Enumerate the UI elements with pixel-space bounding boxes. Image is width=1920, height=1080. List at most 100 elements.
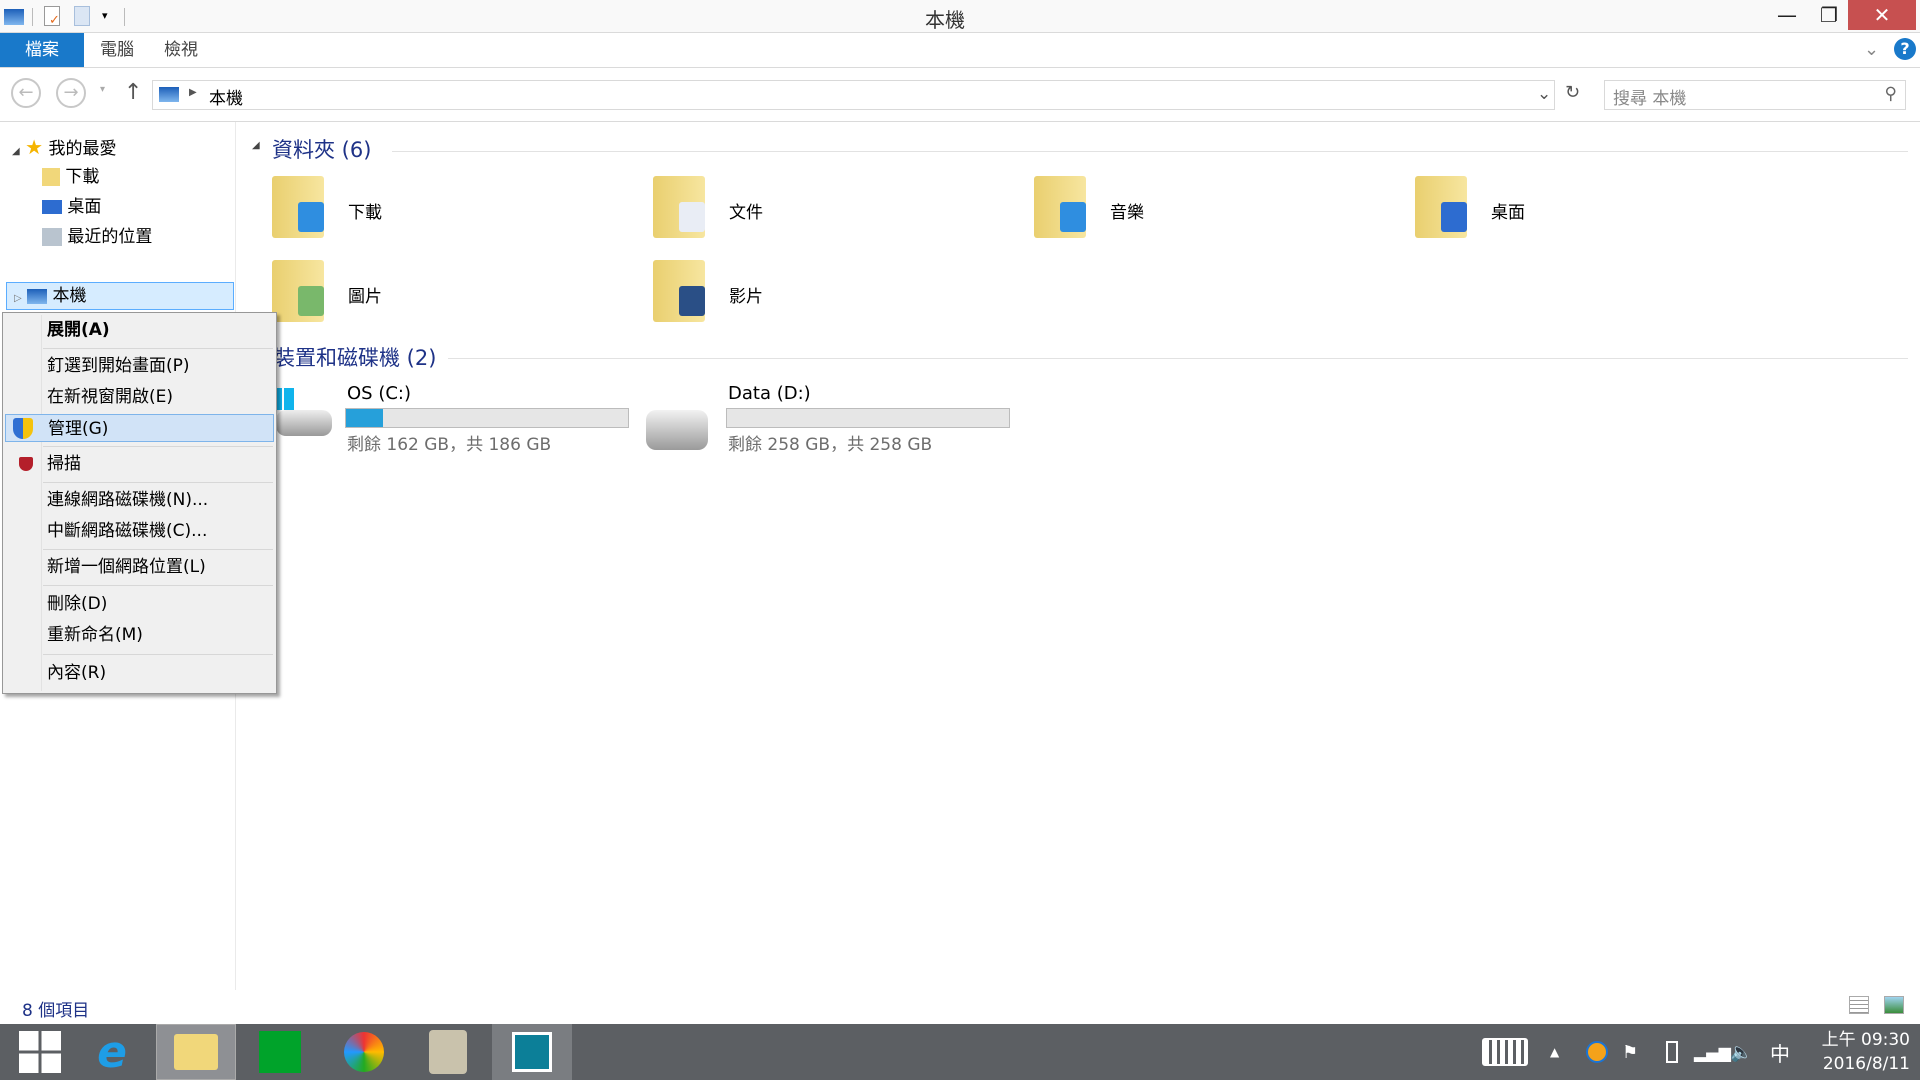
title-bar: ✓ ▾ 本機 — ❐ ✕ — [0, 0, 1920, 33]
drive-d-name[interactable]: Data (D:) — [728, 383, 811, 404]
downloads-folder-icon — [272, 176, 324, 238]
start-button[interactable] — [0, 1024, 80, 1080]
ime-indicator[interactable]: 中 — [1770, 1024, 1790, 1080]
taskbar-file-explorer[interactable] — [156, 1024, 236, 1080]
taskbar-maps-app[interactable] — [408, 1024, 488, 1080]
folder-tile-pictures[interactable]: 圖片 — [272, 260, 612, 330]
item-count: 8 個項目 — [22, 1001, 90, 1021]
recent-locations-icon[interactable]: ▾ — [100, 84, 105, 95]
folder-tile-desktop[interactable]: 桌面 — [1415, 176, 1755, 246]
file-explorer-icon — [174, 1034, 218, 1070]
desktop-overlay-icon — [1441, 202, 1467, 232]
menu-separator — [43, 549, 273, 550]
window-title: 本機 — [925, 8, 965, 32]
folders-header[interactable]: 資料夾 (6) — [272, 134, 371, 164]
search-icon[interactable]: ⚲ — [1885, 84, 1897, 104]
folder-tile-documents[interactable]: 文件 — [653, 176, 993, 246]
maps-app-icon — [429, 1030, 467, 1074]
drive-d-free-space: 剩餘 258 GB，共 258 GB — [728, 435, 933, 455]
network-icon[interactable]: ▂▄▆ — [1694, 1024, 1731, 1080]
forward-button[interactable]: → — [56, 78, 86, 108]
sidebar-item-label: 桌面 — [67, 197, 102, 217]
folder-tile-music[interactable]: 音樂 — [1034, 176, 1374, 246]
expand-arrow-icon[interactable]: ▷ — [14, 293, 22, 304]
folder-tile-downloads[interactable]: 下載 — [272, 176, 612, 246]
pictures-folder-icon — [272, 260, 324, 322]
folder-label: 下載 — [348, 203, 382, 223]
menu-item-scan[interactable]: 掃描 — [5, 450, 274, 478]
menu-item-manage[interactable]: 管理(G) — [5, 414, 274, 442]
tree-favorites[interactable]: ◢ ★ 我的最愛 — [12, 134, 116, 160]
collapse-arrow-icon[interactable]: ◢ — [12, 146, 20, 157]
tab-view[interactable]: 檢視 — [140, 33, 222, 67]
menu-item-add-network-location[interactable]: 新增一個網路位置(L) — [5, 553, 274, 581]
desktop-folder-icon — [1415, 176, 1467, 238]
menu-item-open-new-window[interactable]: 在新視窗開啟(E) — [5, 383, 274, 411]
music-folder-icon — [1034, 176, 1086, 238]
music-overlay-icon — [1060, 202, 1086, 232]
address-row: ← → ▾ ↑ ▶ 本機 ⌄ ↻ 搜尋 本機 ⚲ — [0, 68, 1920, 122]
volume-icon[interactable]: 🔈 — [1730, 1024, 1752, 1080]
menu-item-rename[interactable]: 重新命名(M) — [5, 621, 274, 649]
drive-c-tile[interactable] — [270, 388, 332, 448]
touch-keyboard-icon[interactable] — [1482, 1024, 1528, 1080]
divider — [448, 358, 1908, 359]
collapse-folders-icon[interactable]: ◢ — [252, 140, 260, 151]
back-button[interactable]: ← — [11, 78, 41, 108]
menu-item-delete[interactable]: 刪除(D) — [5, 590, 274, 618]
address-dropdown-icon[interactable]: ⌄ — [1537, 84, 1551, 104]
menu-item-pin-to-start[interactable]: 釘選到開始畫面(P) — [5, 352, 274, 380]
divider — [392, 151, 1908, 152]
drive-c-name[interactable]: OS (C:) — [347, 383, 411, 404]
downloads-overlay-icon — [298, 202, 324, 232]
restore-button[interactable]: ❐ — [1806, 0, 1852, 30]
menu-item-label: 掃描 — [47, 454, 81, 474]
up-button[interactable]: ↑ — [124, 80, 142, 105]
tab-file[interactable]: 檔案 — [0, 33, 84, 67]
sidebar-item-label: 最近的位置 — [67, 227, 153, 247]
menu-item-expand[interactable]: 展開(A) — [5, 316, 274, 344]
sidebar-item-desktop[interactable]: 桌面 — [42, 194, 101, 220]
videos-overlay-icon — [679, 286, 705, 316]
clock[interactable]: 上午 09:30 2016/8/11 — [1810, 1028, 1910, 1076]
battery-icon[interactable] — [1666, 1024, 1678, 1080]
downloads-icon — [42, 168, 60, 186]
clock-date: 2016/8/11 — [1822, 1054, 1910, 1074]
search-input[interactable]: 搜尋 本機 ⚲ — [1604, 80, 1906, 110]
context-menu: 展開(A) 釘選到開始畫面(P) 在新視窗開啟(E) 管理(G) 掃描 連線網路… — [2, 312, 277, 694]
menu-item-map-network-drive[interactable]: 連線網路磁碟機(N)... — [5, 486, 274, 514]
address-bar[interactable]: ▶ 本機 ⌄ — [152, 80, 1555, 110]
menu-item-disconnect-network-drive[interactable]: 中斷網路磁碟機(C)... — [5, 517, 274, 545]
taskbar-internet-explorer[interactable]: e — [72, 1024, 152, 1080]
hard-drive-icon[interactable] — [646, 410, 708, 450]
pictures-overlay-icon — [298, 286, 324, 316]
photos-app-icon — [512, 1032, 552, 1072]
taskbar-store[interactable] — [240, 1024, 320, 1080]
drives-header[interactable]: 裝置和磁碟機 (2) — [274, 342, 436, 372]
sidebar-item-recent-places[interactable]: 最近的位置 — [42, 224, 152, 250]
menu-item-properties[interactable]: 內容(R) — [5, 659, 274, 687]
documents-overlay-icon — [679, 202, 705, 232]
large-icons-view-icon[interactable] — [1884, 996, 1904, 1014]
sidebar-item-this-pc-content[interactable]: ▷ 本機 — [14, 283, 87, 309]
sidebar-item-downloads[interactable]: 下載 — [42, 164, 99, 190]
sidebar-item-label: 下載 — [65, 167, 100, 187]
videos-folder-icon — [653, 260, 705, 322]
details-view-icon[interactable] — [1849, 996, 1869, 1014]
taskbar-photos-app[interactable] — [492, 1024, 572, 1080]
action-center-flag-icon[interactable]: ⚑ — [1622, 1024, 1638, 1080]
mcafee-icon — [19, 457, 33, 471]
breadcrumb-this-pc[interactable]: 本機 — [209, 84, 243, 109]
taskbar-media-app[interactable] — [324, 1024, 404, 1080]
breadcrumb-chevron-icon[interactable]: ▶ — [189, 87, 197, 98]
show-hidden-icons[interactable]: ▲ — [1550, 1024, 1559, 1080]
drive-c-usage-bar — [345, 408, 629, 428]
help-icon[interactable]: ? — [1894, 38, 1916, 60]
close-button[interactable]: ✕ — [1848, 0, 1916, 30]
minimize-button[interactable]: — — [1764, 0, 1810, 30]
security-alert-icon[interactable] — [1586, 1024, 1608, 1080]
folder-tile-videos[interactable]: 影片 — [653, 260, 993, 330]
refresh-button[interactable]: ↻ — [1565, 82, 1580, 103]
expand-ribbon-icon[interactable]: ⌄ — [1864, 39, 1879, 60]
store-icon — [259, 1031, 301, 1073]
